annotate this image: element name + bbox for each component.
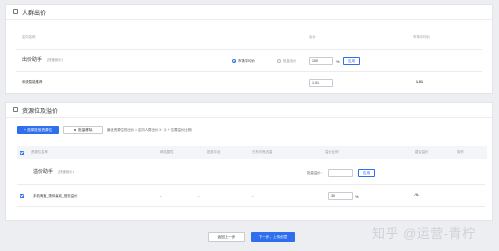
premium-assistant-label: 溢价助手 xyxy=(33,169,54,175)
radio-market-price[interactable] xyxy=(232,59,236,63)
bid-panel-title: 人群出价 xyxy=(22,11,47,17)
radio-market-price-label: 市场平均价 xyxy=(238,58,255,63)
col-header-suggest: 市场平均价 xyxy=(413,35,430,39)
premium-assistant-hint: (快速設价) xyxy=(58,170,74,174)
batch-premium-label: 批量溢价： xyxy=(307,171,324,175)
resource-name: 手机淘宝_猜你喜欢_首页溢价 xyxy=(33,193,78,198)
remove-icon xyxy=(73,128,77,132)
row-bid-input[interactable]: 1.01 xyxy=(309,79,333,87)
col-header-premium: 溢价比例 xyxy=(325,150,339,154)
col-header-bid: 出价 xyxy=(309,35,316,39)
next-step-button[interactable]: 下一步，上传创意 xyxy=(251,232,295,242)
select-all-checkbox[interactable] xyxy=(20,150,24,155)
row-checkbox[interactable] xyxy=(20,194,24,198)
suggested-premium: -% xyxy=(414,193,419,197)
batch-remove-button[interactable]: 批量移除 xyxy=(63,126,103,134)
table-header: 资源位名称 网站属性 投放平台 已布可竞流量 溢价比例 建议溢价 操作 xyxy=(17,146,487,159)
bid-formula-note: 最优资源位的出价 = 定向人群出价 X（1 + 位置溢价比例） xyxy=(107,128,195,132)
premium-apply-button[interactable]: 应用 xyxy=(358,169,375,177)
row-suggest-bid: 1.01 xyxy=(416,80,423,84)
resource-panel-header: 资源位及溢价 xyxy=(6,103,492,118)
divider xyxy=(16,71,482,72)
bid-assistant-label: 出价助手 xyxy=(22,57,43,63)
resource-panel: 资源位及溢价 + 选择投放资源位 批量移除 最优资源位的出价 = 定向人群出价 … xyxy=(5,102,493,221)
prev-step-button[interactable]: 返回上一步 xyxy=(208,232,245,242)
divider xyxy=(17,206,485,207)
batch-premium-input[interactable] xyxy=(328,169,353,177)
col-header-device: 投放平台 xyxy=(207,150,221,154)
bid-panel-header: 人群出价 xyxy=(6,5,492,20)
row-name: 系统智能推荐 xyxy=(22,80,43,84)
watermark: 知乎 @运营-青柠 xyxy=(372,226,476,241)
premium-unit: % xyxy=(355,193,359,199)
percent-unit: % xyxy=(336,58,340,64)
resource-device: - xyxy=(198,193,200,198)
divider xyxy=(17,184,485,185)
divider xyxy=(16,49,482,50)
panel-icon xyxy=(13,107,18,112)
col-header-visitors: 已布可竞流量 xyxy=(252,150,273,154)
col-header-suggest: 建议溢价 xyxy=(415,150,429,154)
resource-panel-title: 资源位及溢价 xyxy=(22,109,59,115)
col-header-name: 定向名称 xyxy=(22,35,36,39)
col-header-attr: 网站属性 xyxy=(160,150,174,154)
resource-visitors: - xyxy=(252,193,254,198)
radio-batch-bid-label: 批量出价 xyxy=(283,58,297,63)
radio-batch-bid[interactable] xyxy=(277,59,281,63)
col-header-name: 资源位名称 xyxy=(31,150,48,154)
apply-button[interactable]: 应用 xyxy=(343,57,360,65)
panel-icon xyxy=(13,9,18,14)
col-header-ops: 操作 xyxy=(457,150,464,154)
premium-input[interactable]: 30 xyxy=(328,192,353,200)
resource-attr: - xyxy=(160,193,162,198)
percent-input[interactable]: 100 xyxy=(309,57,333,65)
bid-panel: 人群出价 定向名称 出价 市场平均价 出价助手 (快速設价) 市场平均价 批量出… xyxy=(5,4,493,94)
select-resource-button[interactable]: + 选择投放资源位 xyxy=(17,126,59,134)
batch-remove-label: 批量移除 xyxy=(78,128,93,132)
bid-assistant-hint: (快速設价) xyxy=(47,58,63,62)
